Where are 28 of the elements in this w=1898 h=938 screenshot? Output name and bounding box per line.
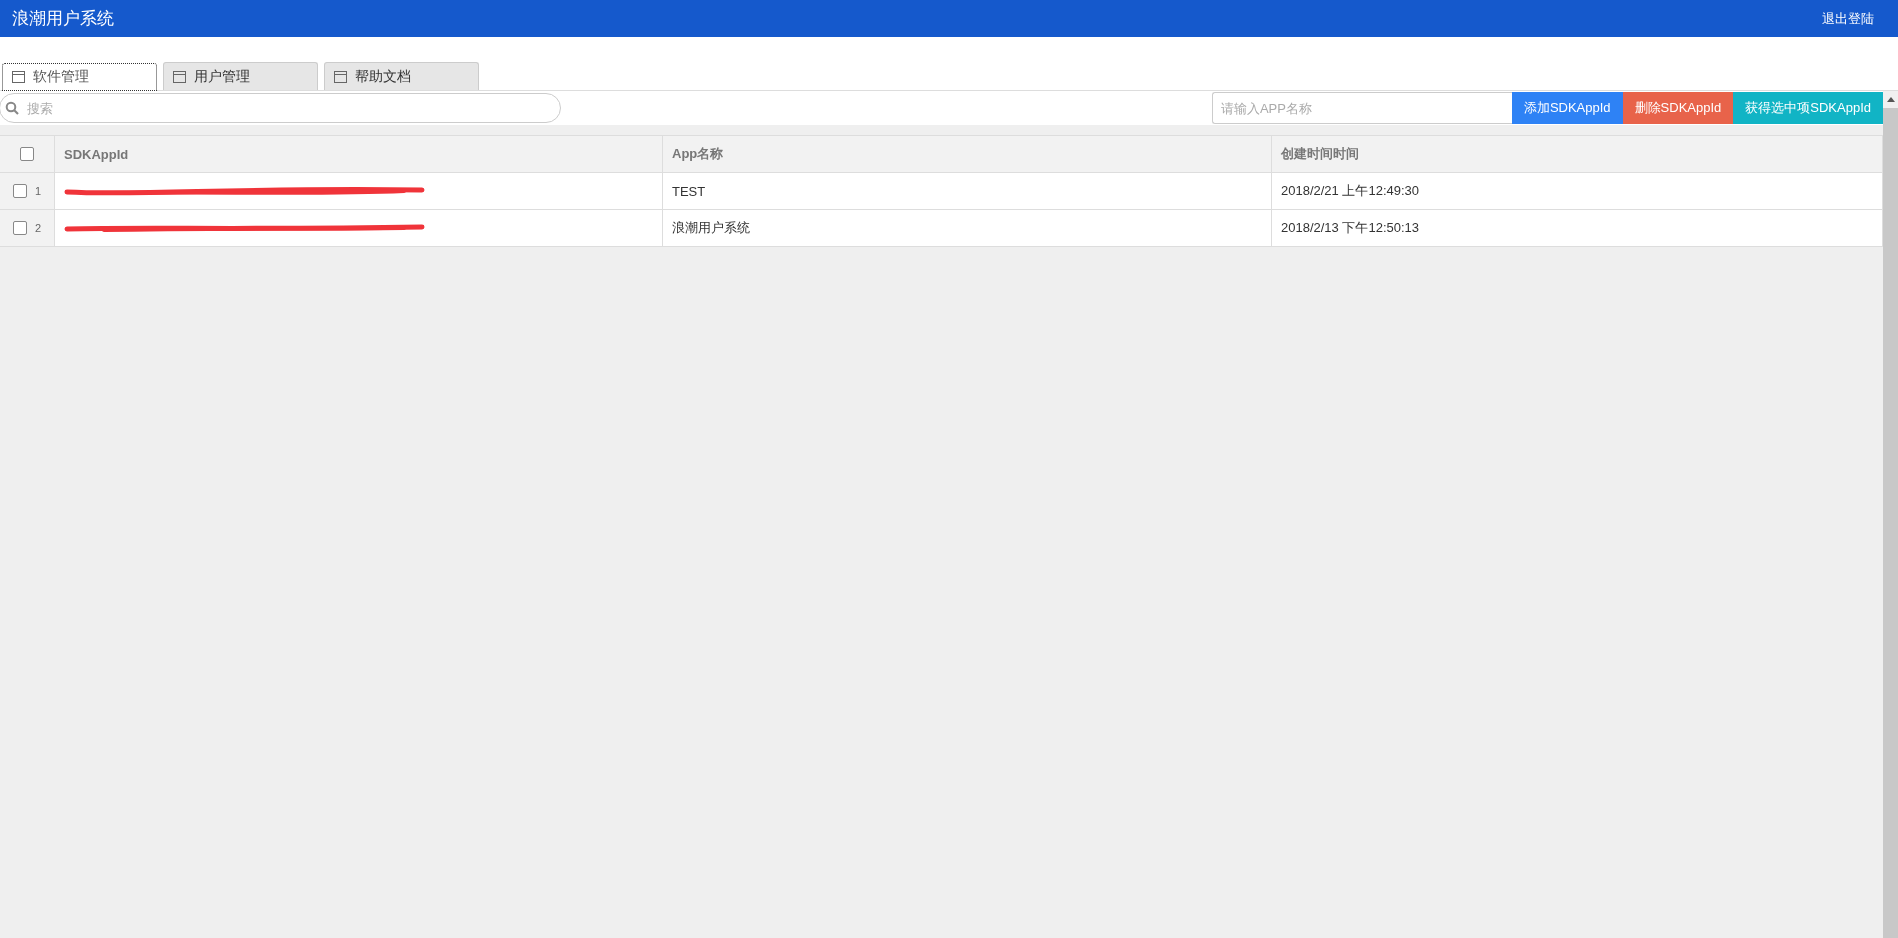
window-icon [173, 70, 186, 83]
tab[interactable]: 软件管理 [2, 63, 157, 91]
window-icon [334, 70, 347, 83]
row-number: 1 [34, 185, 42, 197]
checkbox[interactable] [12, 221, 27, 235]
table-cell: 2018/2/21 上午12:49:30 [1271, 173, 1882, 209]
column-header[interactable]: 创建时间时间 [1271, 136, 1882, 172]
scrollbar[interactable] [1883, 91, 1898, 938]
column-header[interactable]: SDKAppId [54, 136, 662, 172]
app-title: 浪潮用户系统 [12, 8, 114, 30]
column-header[interactable]: App名称 [662, 136, 1271, 172]
caret-icon[interactable] [1886, 97, 1895, 102]
get-button[interactable]: 获得选中项SDKAppId [1733, 92, 1883, 124]
window-icon [12, 71, 25, 83]
search-field[interactable]: 搜索 [0, 93, 561, 123]
delete-button[interactable]: 删除SDKAppId [1622, 92, 1734, 124]
checkbox[interactable] [12, 184, 27, 198]
search-icon [5, 101, 19, 115]
tab[interactable]: 用户管理 [163, 62, 318, 90]
table-cell: TEST [662, 173, 1271, 209]
row-number: 2 [34, 222, 42, 234]
table-cell: 浪潮用户系统 [662, 210, 1271, 246]
table-cell: 2018/2/13 下午12:50:13 [1271, 210, 1882, 246]
app-name-field[interactable]: 请输入APP名称 [1211, 92, 1512, 124]
add-button[interactable]: 添加SDKAppId [1511, 92, 1623, 124]
checkbox[interactable] [20, 147, 34, 161]
tab[interactable]: 帮助文档 [324, 62, 479, 90]
logout-link[interactable]: 退出登陆 [1822, 9, 1874, 28]
